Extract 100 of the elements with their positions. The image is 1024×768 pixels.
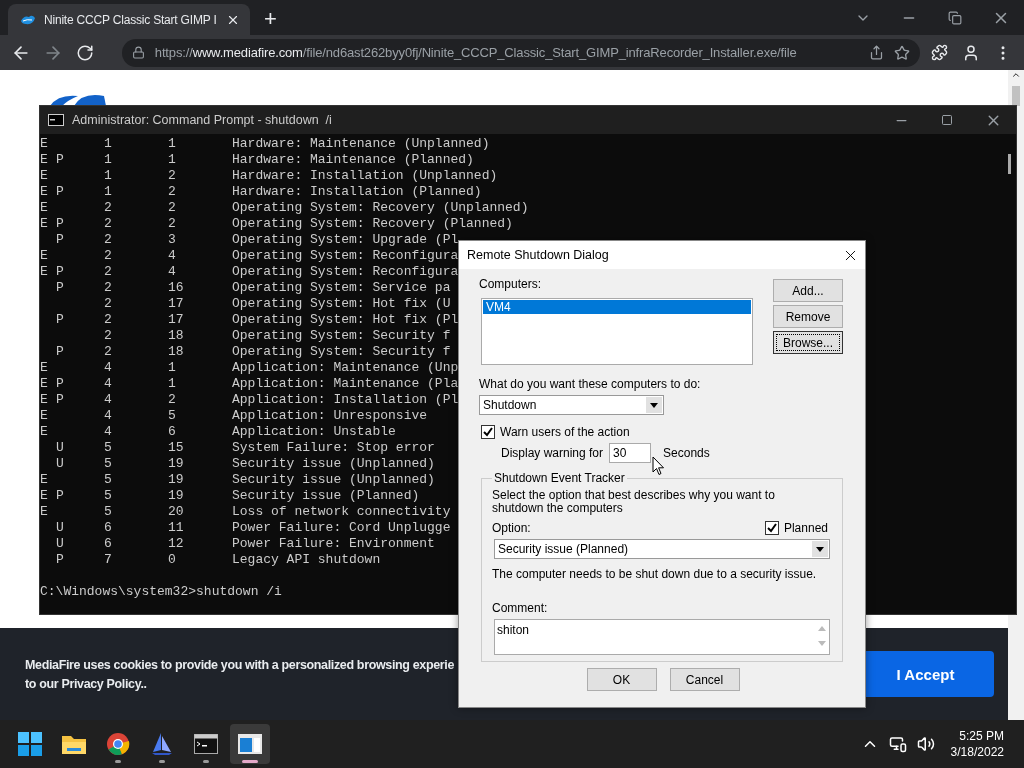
minor-text: 16: [168, 280, 184, 295]
windows-logo-icon: [18, 732, 42, 756]
type-text: P: [56, 376, 64, 391]
warning-seconds-field[interactable]: 30: [609, 443, 652, 463]
minor-text: 19: [168, 488, 184, 503]
terminal-icon: [194, 734, 218, 754]
minor-text: 3: [168, 232, 176, 247]
clock[interactable]: 5:25 PM 3/18/2022: [950, 729, 1004, 759]
description-text: Select the option that best describes why you want to shutdown the computers: [492, 489, 776, 515]
flag-text: E: [40, 408, 48, 423]
command-text: C:\Windows\system32>shutdown /i: [40, 584, 282, 599]
minor-text: 2: [168, 200, 176, 215]
list-item[interactable]: VM4: [483, 300, 751, 314]
computers-list[interactable]: VM4: [481, 298, 753, 365]
dialog-button[interactable]: Add...: [773, 279, 843, 302]
minor-text: 12: [168, 536, 184, 551]
dialog-button[interactable]: Browse...: [773, 331, 843, 354]
type-text: P: [56, 488, 64, 503]
scroll-thumb[interactable]: [1012, 86, 1020, 106]
extensions-icon[interactable]: [930, 44, 948, 61]
reason-text: Operating System: Reconfigura: [232, 264, 459, 280]
minor-text: 18: [168, 328, 184, 343]
minor-text: 19: [168, 472, 184, 487]
dialog-button[interactable]: Remove: [773, 305, 843, 328]
minor-text: 19: [168, 456, 184, 471]
checkbox[interactable]: [764, 521, 779, 535]
type-text: P: [56, 312, 64, 327]
action-dropdown[interactable]: Shutdown: [479, 395, 664, 415]
type-text: U: [56, 440, 64, 455]
flag-text: E: [40, 488, 48, 503]
volume-icon[interactable]: [916, 735, 935, 753]
tab-title: Ninite CCCP Classic Start GIMP I: [44, 12, 218, 27]
new-tab-button[interactable]: +: [264, 7, 277, 31]
address-bar[interactable]: https://www.mediafire.com/file/nd6ast262byy0fj/Ninite_CCCP_Classic_Start_GIMP_infraRecorder_Installer.exe/file: [121, 38, 921, 67]
reason-text: Application: Maintenance (Unp: [232, 360, 459, 376]
checkbox[interactable]: [481, 425, 495, 439]
maximize-icon[interactable]: [941, 114, 953, 126]
reason-text: Application: Installation (Pl: [232, 392, 459, 408]
reason-text: Operating System: Reconfigura: [232, 248, 459, 264]
reason-text: Security issue (Unplanned): [232, 472, 435, 488]
star-icon[interactable]: [894, 44, 911, 61]
major-text: 5: [104, 488, 112, 503]
minor-text: 2: [168, 184, 176, 199]
browser-tab[interactable]: Ninite CCCP Classic Start GIMP I: [8, 4, 250, 35]
major-text: 2: [104, 296, 112, 311]
major-text: 2: [104, 216, 112, 231]
comment-field[interactable]: shiton: [494, 619, 830, 655]
option-dropdown[interactable]: Security issue (Planned): [494, 539, 830, 559]
major-text: 4: [104, 360, 112, 375]
minor-text: 6: [168, 424, 176, 439]
reason-text: Hardware: Maintenance (Planned): [232, 152, 474, 168]
flag-text: E: [40, 216, 48, 231]
major-text: 5: [104, 456, 112, 471]
major-text: 5: [104, 504, 112, 519]
minor-text: 1: [168, 360, 176, 375]
type-text: P: [56, 392, 64, 407]
minor-text: 0: [168, 552, 176, 567]
flag-text: E: [40, 200, 48, 215]
flag-text: E: [40, 168, 48, 183]
type-text: P: [56, 152, 64, 167]
minor-text: 2: [168, 216, 176, 231]
minor-text: 18: [168, 344, 184, 359]
major-text: 5: [104, 440, 112, 455]
terminal-icon: [48, 114, 64, 126]
dialog-button[interactable]: Cancel: [669, 668, 740, 691]
reason-text: Operating System: Hot fix (U: [232, 296, 451, 312]
scroll-up-icon[interactable]: [1011, 70, 1021, 80]
reason-text: Security issue (Planned): [232, 488, 420, 504]
reason-text: Operating System: Security f: [232, 344, 451, 360]
flag-text: E: [40, 360, 48, 375]
restore-icon[interactable]: [948, 10, 962, 25]
type-text: U: [56, 536, 64, 551]
field-label: Comment:: [492, 601, 549, 615]
reason-text: Loss of network connectivity: [232, 504, 451, 520]
reload-icon[interactable]: [75, 43, 94, 62]
type-text: P: [56, 184, 64, 199]
flag-text: E: [40, 264, 48, 279]
type-text: P: [56, 216, 64, 231]
taskbar-button[interactable]: [230, 724, 270, 764]
group-title: Shutdown Event Tracker: [493, 471, 626, 485]
flag-text: E: [40, 136, 48, 151]
minor-text: 1: [168, 152, 176, 167]
share-icon[interactable]: [869, 45, 885, 60]
dialog-button[interactable]: OK: [586, 668, 657, 691]
minor-text: 20: [168, 504, 184, 519]
folder-icon: [61, 733, 87, 755]
flag-text: E: [40, 376, 48, 391]
field-label: Option:: [492, 521, 531, 535]
minor-text: 2: [168, 392, 176, 407]
field-label: What do you want these computers to do:: [479, 377, 702, 391]
chrome-icon: [106, 732, 130, 756]
reason-text: Security issue (Unplanned): [232, 456, 435, 472]
reason-text: Operating System: Security f: [232, 328, 451, 344]
type-text: P: [56, 232, 64, 247]
reason-text: Legacy API shutdown: [232, 552, 381, 568]
unit-label: Seconds: [663, 446, 710, 460]
network-icon[interactable]: [888, 735, 907, 753]
major-text: 7: [104, 552, 112, 567]
minor-text: 5: [168, 408, 176, 423]
major-text: 1: [104, 136, 112, 151]
